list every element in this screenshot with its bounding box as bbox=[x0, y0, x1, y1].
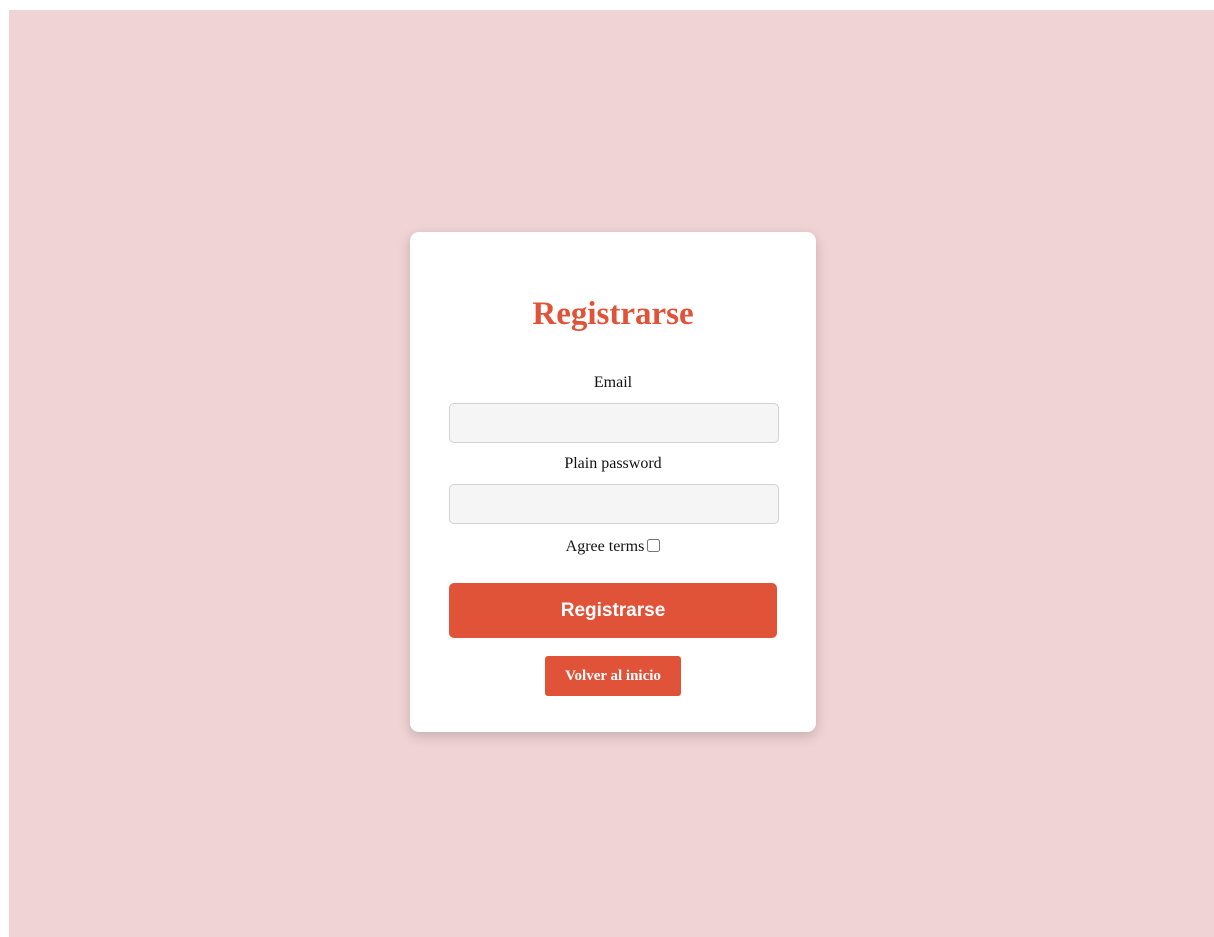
register-button[interactable]: Registrarse bbox=[449, 583, 777, 638]
agree-terms-label: Agree terms bbox=[565, 538, 645, 555]
page-title: Registrarse bbox=[532, 296, 694, 332]
email-label: Email bbox=[593, 374, 633, 391]
agree-terms-row: Agree terms bbox=[410, 537, 816, 557]
back-home-button[interactable]: Volver al inicio bbox=[545, 656, 681, 696]
password-field[interactable] bbox=[449, 484, 779, 524]
register-card: Registrarse Email Plain password Agree t… bbox=[410, 232, 816, 732]
email-field[interactable] bbox=[449, 403, 779, 443]
agree-terms-checkbox[interactable] bbox=[647, 539, 661, 552]
password-label: Plain password bbox=[564, 455, 662, 472]
page-background: Registrarse Email Plain password Agree t… bbox=[9, 10, 1214, 937]
